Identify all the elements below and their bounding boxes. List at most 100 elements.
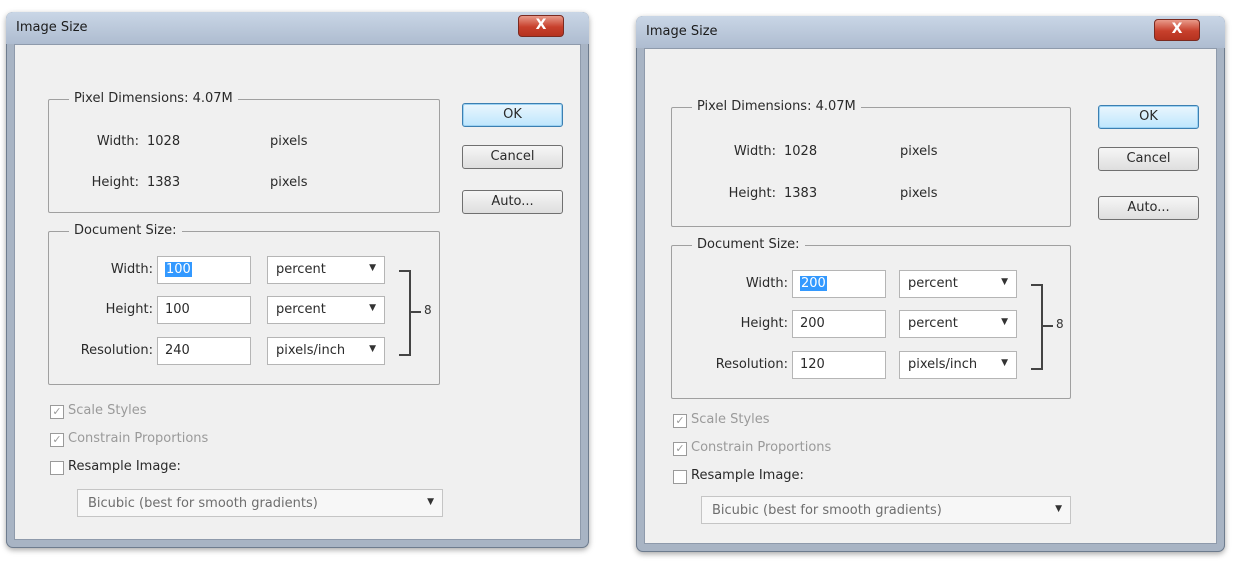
doc-width-unit: percent <box>908 276 958 291</box>
resolution-unit: pixels/inch <box>276 343 346 358</box>
cancel-button[interactable]: Cancel <box>462 145 563 169</box>
close-icon: X <box>1171 21 1183 37</box>
pixel-dimensions-size: 4.07M <box>815 99 856 114</box>
chevron-down-icon: ▼ <box>1001 317 1008 327</box>
pixel-dimensions-legend: Pixel Dimensions: 4.07M <box>69 91 238 106</box>
resample-image-checkbox[interactable] <box>50 461 64 475</box>
resample-image-label: Resample Image: <box>691 468 804 483</box>
resolution-unit: pixels/inch <box>908 357 978 372</box>
pixel-dimensions-group: Pixel Dimensions: 4.07M Width: 1028 pixe… <box>671 99 1071 227</box>
chevron-down-icon: ▼ <box>1055 504 1062 514</box>
pixel-height-value: 1383 <box>147 175 181 190</box>
auto-button[interactable]: Auto... <box>1098 196 1199 220</box>
doc-width-input[interactable]: 200 <box>792 270 886 298</box>
constrain-proportions-checkbox[interactable]: ✓ <box>673 442 687 456</box>
dialog-client-area: Pixel Dimensions: 4.07M Width: 1028 pixe… <box>644 48 1217 544</box>
doc-height-unit: percent <box>276 302 326 317</box>
resolution-input[interactable]: 120 <box>792 351 886 379</box>
constrain-proportions-label: Constrain Proportions <box>68 431 209 446</box>
resolution-unit-select[interactable]: pixels/inch ▼ <box>267 337 385 365</box>
pixel-height-unit: pixels <box>900 186 938 201</box>
pixel-dimensions-legend: Pixel Dimensions: 4.07M <box>692 99 861 114</box>
resolution-unit-select[interactable]: pixels/inch ▼ <box>899 351 1017 379</box>
constrain-proportions-checkbox[interactable]: ✓ <box>50 433 64 447</box>
doc-width-unit-select[interactable]: percent ▼ <box>899 270 1017 298</box>
doc-width-unit-select[interactable]: percent ▼ <box>267 256 385 284</box>
close-icon: X <box>535 17 547 33</box>
chevron-down-icon: ▼ <box>369 344 376 354</box>
dialog-client-area: Pixel Dimensions: 4.07M Width: 1028 pixe… <box>14 44 581 540</box>
document-size-legend: Document Size: <box>69 223 182 238</box>
resolution-label: Resolution: <box>80 343 153 358</box>
doc-width-value: 200 <box>800 276 827 291</box>
close-button[interactable]: X <box>518 15 564 37</box>
scale-styles-label: Scale Styles <box>691 412 770 427</box>
dialog-title: Image Size <box>646 24 718 39</box>
doc-width-unit: percent <box>276 262 326 277</box>
pixel-width-label: Width: <box>96 134 139 149</box>
chevron-down-icon: ▼ <box>427 497 434 507</box>
pixel-width-unit: pixels <box>900 144 938 159</box>
resolution-label: Resolution: <box>715 357 788 372</box>
scale-styles-label: Scale Styles <box>68 403 147 418</box>
document-size-group: Document Size: Width: 100 percent ▼ Heig… <box>48 223 440 385</box>
chevron-down-icon: ▼ <box>1001 358 1008 368</box>
resample-method-select[interactable]: Bicubic (best for smooth gradients) ▼ <box>77 489 443 517</box>
constrain-link-bracket <box>1031 284 1043 370</box>
ok-button[interactable]: OK <box>1098 105 1199 129</box>
chain-link-icon: 8 <box>424 303 432 317</box>
doc-height-value: 200 <box>800 316 825 331</box>
constrain-link-tick <box>411 311 421 313</box>
doc-width-value: 100 <box>165 262 192 277</box>
document-size-legend: Document Size: <box>692 237 805 252</box>
ok-button[interactable]: OK <box>462 103 563 127</box>
pixel-width-value: 1028 <box>784 144 818 159</box>
doc-height-label: Height: <box>740 316 788 331</box>
doc-height-unit-select[interactable]: percent ▼ <box>267 296 385 324</box>
pixel-width-unit: pixels <box>270 134 308 149</box>
resolution-value: 240 <box>165 343 190 358</box>
constrain-link-tick <box>1043 325 1053 327</box>
document-size-group: Document Size: Width: 200 percent ▼ Heig… <box>671 237 1071 399</box>
chevron-down-icon: ▼ <box>369 303 376 313</box>
doc-height-unit-select[interactable]: percent ▼ <box>899 310 1017 338</box>
resample-image-label: Resample Image: <box>68 459 181 474</box>
doc-height-label: Height: <box>105 302 153 317</box>
cancel-button[interactable]: Cancel <box>1098 147 1199 171</box>
chevron-down-icon: ▼ <box>369 263 376 273</box>
image-size-dialog-left: Image Size X Pixel Dimensions: 4.07M Wid… <box>6 12 589 548</box>
title-bar[interactable]: Image Size X <box>636 16 1225 48</box>
pixel-height-unit: pixels <box>270 175 308 190</box>
scale-styles-checkbox[interactable]: ✓ <box>50 405 64 419</box>
doc-width-label: Width: <box>110 262 153 277</box>
chevron-down-icon: ▼ <box>1001 277 1008 287</box>
resample-method-value: Bicubic (best for smooth gradients) <box>712 503 942 518</box>
doc-width-input[interactable]: 100 <box>157 256 251 284</box>
pixel-dimensions-group: Pixel Dimensions: 4.07M Width: 1028 pixe… <box>48 91 440 213</box>
pixel-height-value: 1383 <box>784 186 818 201</box>
pixel-height-label: Height: <box>91 175 139 190</box>
doc-height-input[interactable]: 200 <box>792 310 886 338</box>
doc-height-value: 100 <box>165 302 190 317</box>
doc-height-unit: percent <box>908 316 958 331</box>
resample-image-checkbox[interactable] <box>673 470 687 484</box>
pixel-width-label: Width: <box>733 144 776 159</box>
doc-width-label: Width: <box>745 276 788 291</box>
resolution-value: 120 <box>800 357 825 372</box>
resolution-input[interactable]: 240 <box>157 337 251 365</box>
pixel-height-label: Height: <box>728 186 776 201</box>
auto-button[interactable]: Auto... <box>462 190 563 214</box>
title-bar[interactable]: Image Size X <box>6 12 589 44</box>
resample-method-value: Bicubic (best for smooth gradients) <box>88 496 318 511</box>
constrain-proportions-label: Constrain Proportions <box>691 440 832 455</box>
close-button[interactable]: X <box>1154 19 1200 41</box>
scale-styles-checkbox[interactable]: ✓ <box>673 414 687 428</box>
dialog-title: Image Size <box>16 20 88 35</box>
pixel-dimensions-size: 4.07M <box>192 91 233 106</box>
doc-height-input[interactable]: 100 <box>157 296 251 324</box>
constrain-link-bracket <box>399 270 411 356</box>
pixel-width-value: 1028 <box>147 134 181 149</box>
image-size-dialog-right: Image Size X Pixel Dimensions: 4.07M Wid… <box>636 16 1225 552</box>
chain-link-icon: 8 <box>1056 317 1064 331</box>
resample-method-select[interactable]: Bicubic (best for smooth gradients) ▼ <box>701 496 1071 524</box>
